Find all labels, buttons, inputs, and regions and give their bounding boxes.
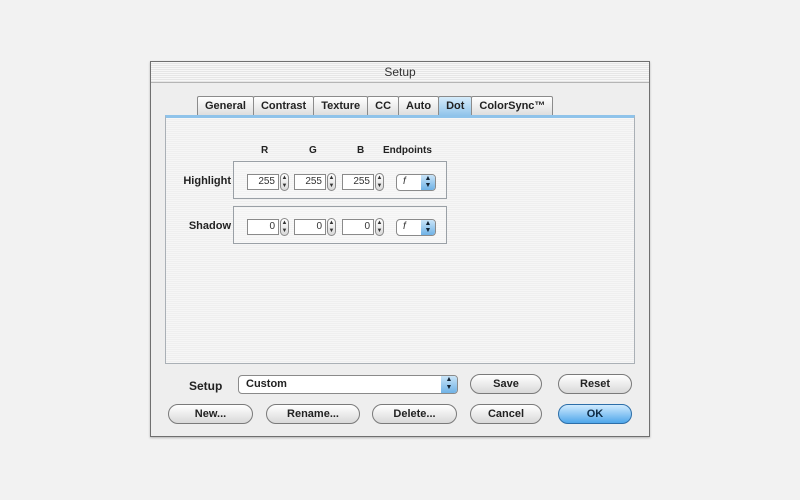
tab-auto[interactable]: Auto: [398, 96, 440, 117]
tab-colorsync[interactable]: ColorSync™: [471, 96, 554, 117]
shadow-b-stepper[interactable]: ▲ ▼: [375, 218, 384, 236]
highlight-r-field[interactable]: 255: [247, 174, 279, 190]
shadow-r-stepper[interactable]: ▲ ▼: [280, 218, 289, 236]
popup-arrows-icon: ▲ ▼: [421, 220, 435, 235]
column-header-b: B: [357, 145, 365, 156]
shadow-g-stepper[interactable]: ▲ ▼: [327, 218, 336, 236]
popup-arrows-icon: ▲ ▼: [441, 376, 457, 393]
highlight-endpoint-value: f: [403, 176, 406, 187]
new-button[interactable]: New...: [168, 404, 253, 424]
shadow-g-field[interactable]: 0: [294, 219, 326, 235]
window-title: Setup: [151, 62, 649, 83]
popup-arrows-icon: ▲ ▼: [421, 175, 435, 190]
ok-button[interactable]: OK: [558, 404, 632, 424]
highlight-b-stepper[interactable]: ▲ ▼: [375, 173, 384, 191]
tab-general[interactable]: General: [197, 96, 254, 117]
highlight-endpoint-popup[interactable]: f ▲ ▼: [396, 174, 436, 191]
dot-panel: R G B Endpoints Highlight 255 ▲ ▼ 255 ▲ ▼ …: [165, 115, 635, 364]
tab-texture[interactable]: Texture: [313, 96, 369, 117]
rename-button[interactable]: Rename...: [266, 404, 360, 424]
shadow-b-field[interactable]: 0: [342, 219, 374, 235]
tab-contrast[interactable]: Contrast: [252, 96, 315, 117]
column-header-g: G: [309, 145, 317, 156]
highlight-label: Highlight: [183, 175, 231, 187]
setup-select[interactable]: Custom ▲ ▼: [238, 375, 458, 394]
column-header-r: R: [261, 145, 269, 156]
tab-cc[interactable]: CC: [367, 96, 400, 117]
save-button[interactable]: Save: [470, 374, 542, 394]
shadow-endpoint-value: f: [403, 221, 406, 232]
highlight-g-field[interactable]: 255: [294, 174, 326, 190]
shadow-r-field[interactable]: 0: [247, 219, 279, 235]
shadow-label: Shadow: [188, 220, 231, 232]
setup-select-value: Custom: [246, 378, 287, 390]
tab-bar: General Contrast Texture CC Auto Dot Col…: [197, 96, 554, 117]
setup-dialog: Setup General Contrast Texture CC Auto D…: [150, 61, 650, 437]
tab-dot[interactable]: Dot: [438, 96, 473, 117]
cancel-button[interactable]: Cancel: [470, 404, 542, 424]
highlight-r-stepper[interactable]: ▲ ▼: [280, 173, 289, 191]
setup-label: Setup: [189, 379, 223, 393]
column-header-endpoints: Endpoints: [383, 145, 432, 156]
highlight-b-field[interactable]: 255: [342, 174, 374, 190]
delete-button[interactable]: Delete...: [372, 404, 457, 424]
reset-button[interactable]: Reset: [558, 374, 632, 394]
shadow-endpoint-popup[interactable]: f ▲ ▼: [396, 219, 436, 236]
highlight-g-stepper[interactable]: ▲ ▼: [327, 173, 336, 191]
